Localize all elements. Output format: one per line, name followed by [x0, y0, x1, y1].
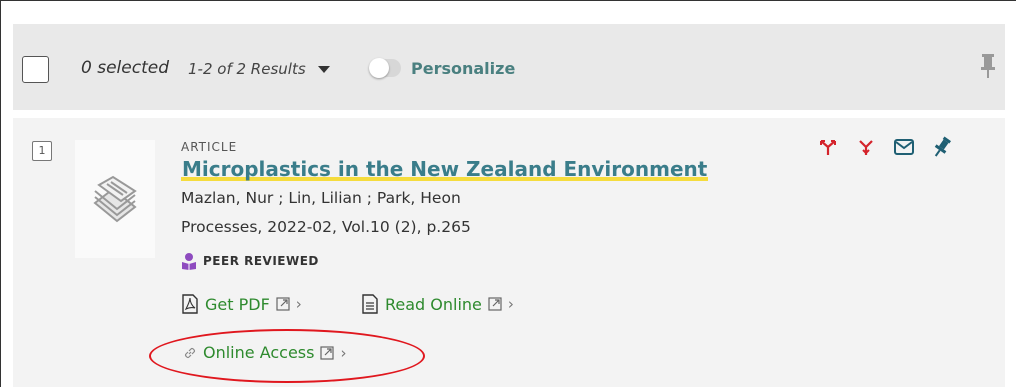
results-count: 1-2 of 2 Results: [188, 60, 306, 78]
pdf-icon: [182, 294, 198, 314]
record-source: Processes, 2022-02, Vol.10 (2), p.265: [181, 218, 471, 236]
select-all-checkbox[interactable]: [22, 56, 49, 83]
peer-reviewed-label: PEER REVIEWED: [203, 254, 319, 268]
email-icon[interactable]: [893, 136, 915, 158]
read-online-link[interactable]: Read Online ›: [361, 294, 514, 314]
external-link-icon: [276, 297, 290, 311]
peer-reviewed-icon: [182, 253, 196, 270]
results-toolbar: 0 selected 1-2 of 2 Results Personalize: [13, 24, 1005, 110]
external-link-icon: [488, 297, 502, 311]
annotation-highlight-oval: [149, 329, 425, 383]
result-number: 1: [32, 141, 52, 161]
cite-icon[interactable]: [817, 136, 839, 158]
result-item: 1 ARTICLE Microplastics in the New Zeala…: [13, 118, 1005, 387]
results-dropdown[interactable]: 1-2 of 2 Results: [188, 60, 330, 78]
citation-trail-icon[interactable]: [855, 136, 877, 158]
record-authors: Mazlan, Nur ; Lin, Lilian ; Park, Heon: [181, 189, 461, 207]
personalize-toggle[interactable]: [369, 58, 401, 78]
pin-icon[interactable]: [981, 54, 995, 82]
selected-count: 0 selected: [81, 58, 169, 78]
record-title-link[interactable]: Microplastics in the New Zealand Environ…: [181, 157, 709, 181]
record-actions: [817, 136, 953, 158]
document-icon: [362, 294, 378, 314]
document-thumbnail[interactable]: [75, 140, 155, 258]
article-icon: [93, 175, 137, 223]
get-pdf-label: Get PDF: [205, 294, 270, 314]
frame: 0 selected 1-2 of 2 Results Personalize …: [0, 0, 1016, 387]
record-type: ARTICLE: [181, 140, 238, 154]
chevron-right-icon: ›: [507, 295, 514, 313]
pin-icon[interactable]: [931, 136, 953, 158]
personalize-label[interactable]: Personalize: [411, 59, 515, 78]
chevron-right-icon: ›: [295, 295, 302, 313]
read-online-label: Read Online: [385, 294, 482, 314]
caret-down-icon: [317, 65, 330, 73]
peer-reviewed-badge: PEER REVIEWED: [181, 252, 319, 270]
get-pdf-link[interactable]: Get PDF ›: [181, 294, 302, 314]
